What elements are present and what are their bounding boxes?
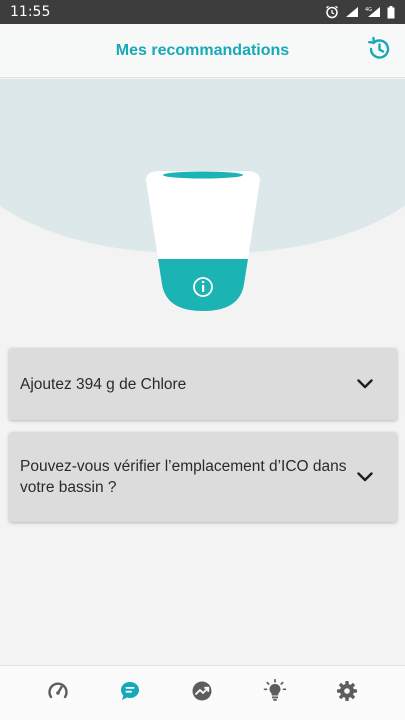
battery-icon (387, 5, 395, 19)
svg-text:4G: 4G (365, 7, 372, 13)
chevron-down-icon[interactable] (357, 379, 373, 389)
nav-tips[interactable] (255, 673, 295, 713)
hero-illustration (0, 79, 405, 339)
status-icons: 4G (325, 5, 395, 19)
nav-recommendations[interactable] (110, 673, 150, 713)
nav-settings[interactable] (327, 673, 367, 713)
nav-dashboard[interactable] (38, 673, 78, 713)
signal-4g-icon: 4G (365, 6, 381, 18)
alarm-icon (325, 5, 339, 19)
page-title: Mes recommandations (115, 41, 290, 59)
wifi-icon (345, 6, 359, 18)
history-icon (366, 36, 392, 67)
lightbulb-icon (263, 678, 287, 708)
gear-icon (336, 680, 358, 707)
recommendation-card[interactable]: Pouvez-vous vérifier l’emplacement d’ICO… (9, 432, 397, 522)
app-header: Mes recommandations (0, 24, 405, 78)
recommendation-text: Ajoutez 394 g de Chlore (20, 375, 187, 393)
status-bar: 11:55 4G (0, 0, 405, 24)
nav-history-chart[interactable] (182, 673, 222, 713)
bottom-nav (0, 665, 405, 720)
chevron-down-icon[interactable] (357, 472, 373, 482)
recommendation-text: Pouvez-vous vérifier l’emplacement d’ICO… (20, 458, 347, 496)
speedometer-icon (47, 680, 69, 707)
status-time: 11:55 (10, 4, 51, 20)
history-button[interactable] (365, 36, 393, 67)
trend-icon (191, 680, 213, 707)
recommendation-card[interactable]: Ajoutez 394 g de Chlore (9, 348, 397, 420)
chat-icon (119, 680, 141, 707)
